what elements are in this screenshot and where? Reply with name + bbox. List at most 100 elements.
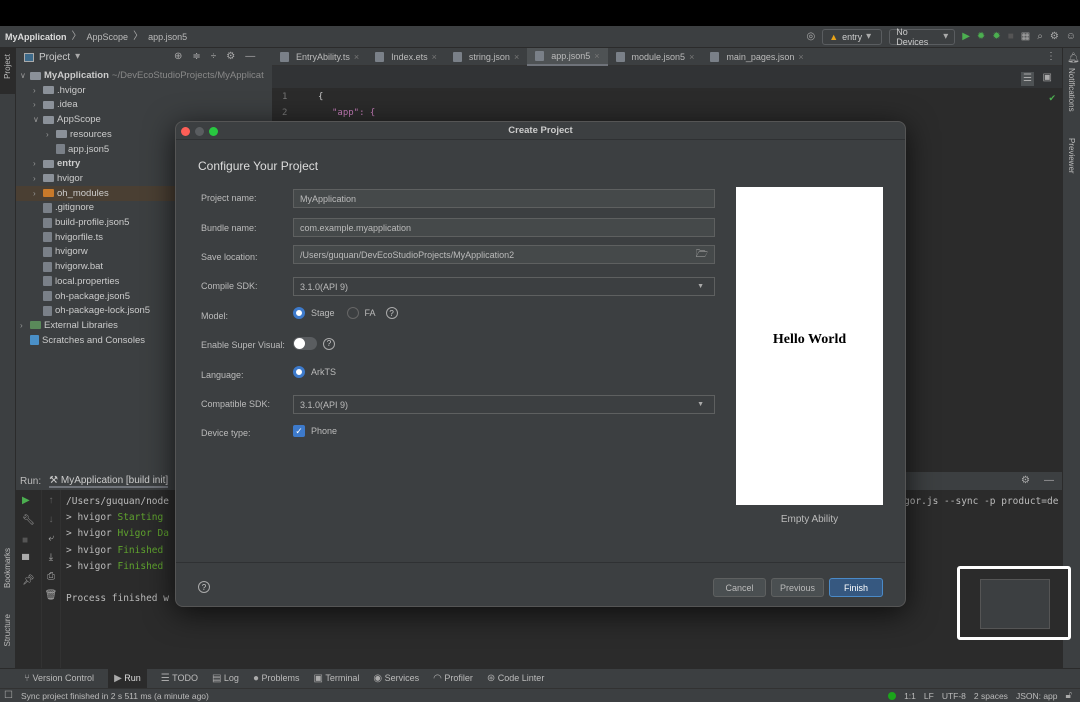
chevron-right-icon[interactable]: › bbox=[46, 130, 56, 139]
close-window-button[interactable] bbox=[181, 127, 190, 136]
language-arkts-radio[interactable] bbox=[293, 366, 305, 378]
tree-item[interactable]: › .idea bbox=[16, 97, 272, 112]
account-icon[interactable]: ☺ bbox=[1066, 32, 1076, 42]
tool-tab-log[interactable]: ▤ Log bbox=[212, 673, 239, 684]
minimize-window-button[interactable] bbox=[195, 127, 204, 136]
tab-string-json[interactable]: string.json × bbox=[445, 48, 527, 66]
maximize-window-button[interactable] bbox=[209, 127, 218, 136]
tool-tab-run[interactable]: ▶ Run bbox=[108, 669, 147, 688]
help-icon[interactable]: ? bbox=[198, 581, 210, 593]
gear-icon[interactable]: ⚙ bbox=[1021, 476, 1030, 486]
tool-tab-todo[interactable]: ☰ TODO bbox=[161, 673, 198, 684]
minimize-icon[interactable]: — bbox=[245, 52, 255, 62]
expand-all-icon[interactable]: ≑ bbox=[192, 52, 200, 62]
reader-mode-icon[interactable]: ☰ bbox=[1021, 72, 1034, 86]
tool-tab-version-control[interactable]: ⑂ Version Control bbox=[24, 673, 94, 684]
soft-wrap-icon[interactable]: ⤶ bbox=[48, 534, 54, 544]
project-panel-title[interactable]: Project bbox=[39, 52, 70, 63]
tab-index-ets[interactable]: Index.ets × bbox=[367, 48, 445, 66]
breadcrumb-appscope[interactable]: AppScope bbox=[82, 32, 134, 42]
cancel-button[interactable]: Cancel bbox=[713, 578, 766, 597]
tool-tab-terminal[interactable]: ▣ Terminal bbox=[314, 673, 360, 684]
close-icon[interactable]: × bbox=[594, 51, 599, 61]
close-icon[interactable]: × bbox=[514, 52, 519, 62]
folder-icon[interactable]: 🗁 bbox=[696, 249, 708, 260]
status-message[interactable]: Sync project finished in 2 s 511 ms (a m… bbox=[21, 691, 209, 701]
file-type[interactable]: JSON: app bbox=[1016, 691, 1058, 701]
breadcrumb-file[interactable]: app.json5 bbox=[143, 32, 192, 42]
compatible-sdk-select[interactable]: 3.1.0(API 9) ▼ bbox=[293, 395, 715, 414]
project-tool-button[interactable]: Project bbox=[3, 54, 12, 79]
search-icon[interactable]: ⌕ bbox=[1037, 32, 1043, 42]
help-icon[interactable]: ? bbox=[385, 307, 398, 319]
chevron-right-icon[interactable]: › bbox=[20, 321, 30, 330]
rerun-icon[interactable]: ▶ bbox=[22, 496, 35, 506]
phone-checkbox[interactable]: ✓ bbox=[293, 425, 305, 437]
close-icon[interactable]: × bbox=[798, 52, 803, 62]
chevron-down-icon[interactable]: ∨ bbox=[33, 115, 43, 124]
project-name-input[interactable]: MyApplication bbox=[293, 189, 715, 208]
run-tab[interactable]: ⚒ MyApplication [build init] bbox=[49, 475, 169, 488]
unlock-icon[interactable]: 🔓︎ bbox=[1066, 690, 1072, 701]
super-visual-toggle[interactable] bbox=[293, 337, 317, 350]
line-separator[interactable]: LF bbox=[924, 691, 934, 701]
notifications-tool-button[interactable]: Notifications bbox=[1067, 68, 1076, 112]
model-stage-radio[interactable] bbox=[293, 307, 305, 319]
finish-button[interactable]: Finish bbox=[829, 578, 883, 597]
wrench-icon[interactable]: 🔧︎ bbox=[22, 516, 35, 526]
minimize-icon[interactable]: — bbox=[1044, 476, 1054, 486]
close-icon[interactable]: × bbox=[354, 52, 359, 62]
collapse-all-icon[interactable]: ÷ bbox=[211, 52, 217, 62]
gear-icon[interactable]: ⚙ bbox=[226, 52, 235, 62]
chevron-right-icon[interactable]: › bbox=[33, 159, 43, 168]
file-encoding[interactable]: UTF-8 bbox=[942, 691, 966, 701]
trash-icon[interactable]: 🗑︎ bbox=[45, 591, 58, 601]
attach-debugger-icon[interactable]: ✹ bbox=[992, 32, 1000, 42]
chevron-right-icon[interactable]: › bbox=[33, 174, 43, 183]
breadcrumb-project[interactable]: MyApplication bbox=[0, 32, 72, 42]
tab-app-json5[interactable]: app.json5 × bbox=[527, 47, 608, 66]
previewer-tool-button[interactable]: Previewer bbox=[1067, 138, 1076, 174]
run-config-select[interactable]: ▲ entry ▾ bbox=[822, 29, 883, 45]
chevron-down-icon[interactable]: ∨ bbox=[20, 71, 30, 80]
structure-tool-button[interactable]: Structure bbox=[3, 614, 12, 646]
close-icon[interactable]: × bbox=[432, 52, 437, 62]
print-icon[interactable]: ⎙ bbox=[47, 572, 55, 582]
chevron-right-icon[interactable]: › bbox=[33, 86, 43, 95]
tab-module-json5[interactable]: module.json5 × bbox=[608, 48, 703, 66]
save-location-input[interactable]: /Users/guquan/DevEcoStudioProjects/MyApp… bbox=[293, 245, 715, 264]
image-icon[interactable]: ▣ bbox=[1043, 73, 1052, 83]
layout-icon[interactable]: ▀ bbox=[22, 556, 35, 566]
tool-tab-services[interactable]: ◉ Services bbox=[373, 673, 419, 684]
tab-entryability-ts[interactable]: EntryAbility.ts × bbox=[272, 48, 367, 66]
screenshot-thumbnail[interactable] bbox=[957, 566, 1071, 640]
locate-icon[interactable]: ⊕ bbox=[174, 52, 182, 62]
tree-item[interactable]: ∨ MyApplication ~/DevEcoStudioProjects/MyA… bbox=[16, 68, 272, 83]
target-icon[interactable]: ◎ bbox=[806, 32, 815, 42]
gear-icon[interactable]: ⚙ bbox=[1050, 32, 1059, 42]
more-icon[interactable]: ⋮ bbox=[1046, 51, 1056, 62]
project-structure-icon[interactable]: ▦ bbox=[1021, 32, 1030, 42]
tree-item[interactable]: › .hvigor bbox=[16, 83, 272, 98]
chevron-right-icon[interactable]: › bbox=[33, 189, 43, 198]
chevron-down-icon[interactable]: ▾ bbox=[75, 52, 80, 62]
tool-tab-code-linter[interactable]: ⊛ Code Linter bbox=[487, 673, 544, 684]
close-icon[interactable]: × bbox=[689, 52, 694, 62]
arrow-down-icon[interactable]: ↓ bbox=[49, 515, 54, 525]
device-select[interactable]: No Devices ▾ bbox=[889, 27, 956, 47]
caret-position[interactable]: 1:1 bbox=[904, 691, 916, 701]
bundle-name-input[interactable]: com.example.myapplication bbox=[293, 218, 715, 237]
stop-icon[interactable]: ■ bbox=[22, 536, 35, 546]
tool-tab-profiler[interactable]: ◠ Profiler bbox=[433, 673, 473, 684]
run-icon[interactable]: ▶ bbox=[962, 32, 970, 42]
help-icon[interactable]: ? bbox=[323, 337, 335, 350]
previous-button[interactable]: Previous bbox=[771, 578, 824, 597]
tool-tab-problems[interactable]: ● Problems bbox=[253, 673, 300, 684]
tab-main-pages-json[interactable]: main_pages.json × bbox=[702, 48, 811, 66]
stop-icon[interactable]: ■ bbox=[1008, 32, 1014, 42]
scroll-to-end-icon[interactable]: ⤓ bbox=[49, 553, 53, 563]
chevron-right-icon[interactable]: › bbox=[33, 100, 43, 109]
indent-setting[interactable]: 2 spaces bbox=[974, 691, 1008, 701]
model-fa-radio[interactable] bbox=[346, 307, 359, 319]
pin-icon[interactable]: 📌︎ bbox=[22, 576, 35, 586]
